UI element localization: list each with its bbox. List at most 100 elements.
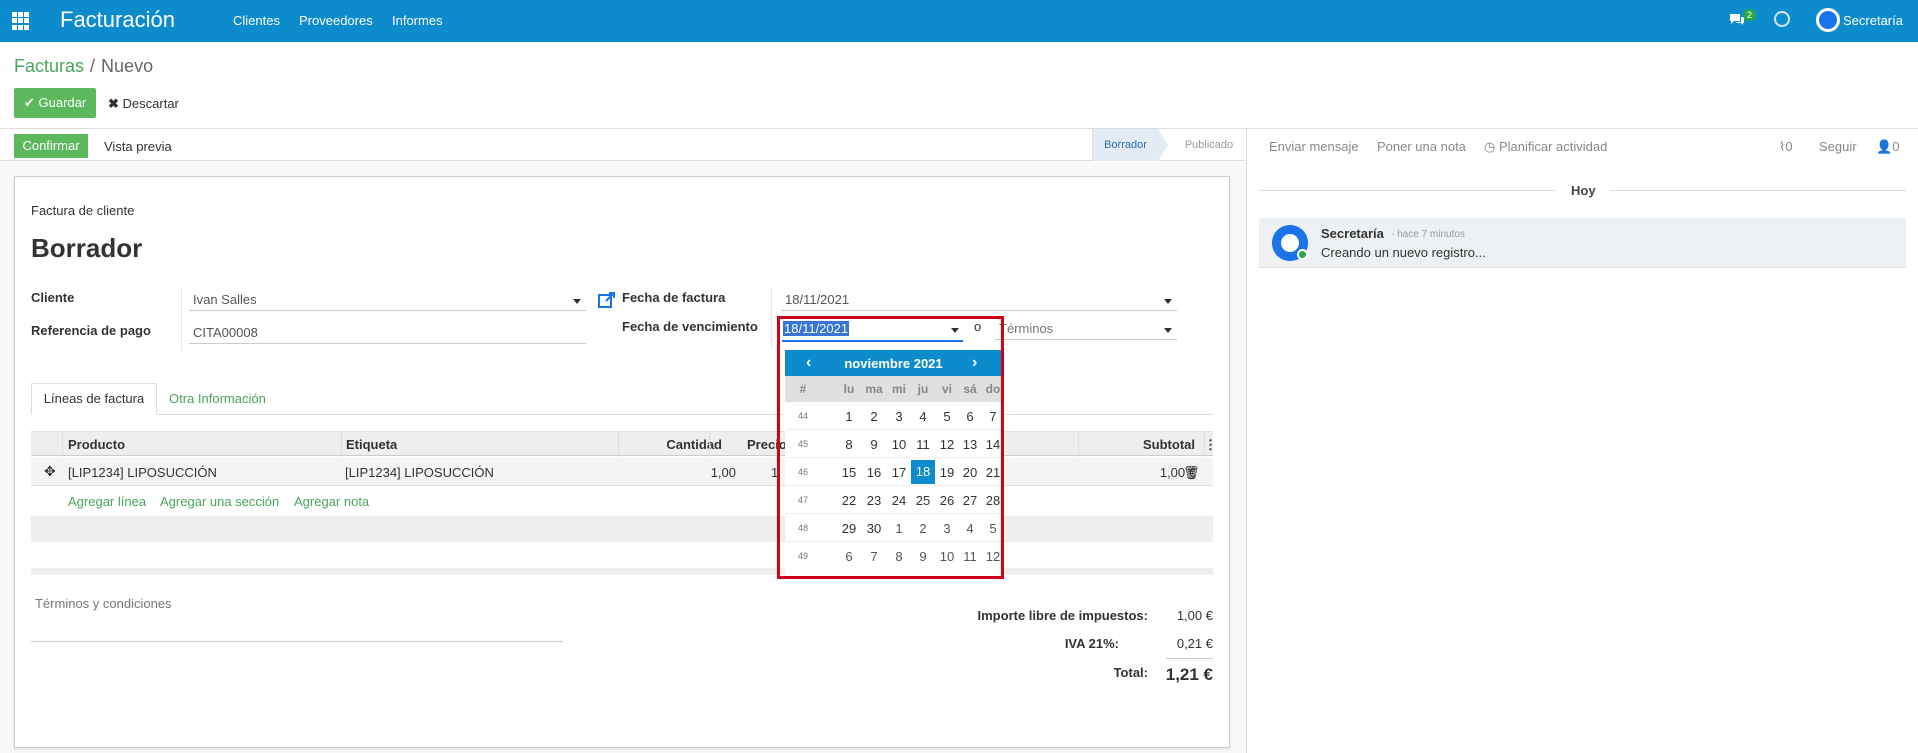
row-quantity[interactable]: 1,00	[651, 465, 736, 480]
tax-label: IVA 21%:	[1064, 636, 1119, 651]
payment-terms-dropdown-icon[interactable]	[1164, 328, 1172, 333]
menu-clientes[interactable]: Clientes	[233, 13, 280, 28]
message-body: Creando un nuevo registro...	[1321, 245, 1486, 260]
invoice-date-label: Fecha de factura	[622, 290, 726, 305]
column-header-label[interactable]: Etiqueta	[346, 437, 397, 452]
external-link-icon[interactable]	[597, 290, 617, 310]
column-header-subtotal[interactable]: Subtotal	[1116, 437, 1195, 452]
followers-count: 0	[1892, 139, 1900, 154]
tab-invoice-lines[interactable]: Líneas de factura	[31, 383, 157, 415]
invoice-date-field[interactable]: 18/11/2021	[781, 292, 1177, 311]
status-bar: Confirmar Vista previa Borrador Publicad…	[0, 129, 1246, 161]
add-note-link[interactable]: Agregar nota	[294, 494, 369, 509]
customer-value: Ivan Salles	[193, 292, 257, 307]
empty-row	[31, 516, 1213, 542]
send-message-button[interactable]: Enviar mensaje	[1269, 139, 1359, 154]
terms-underline	[31, 641, 563, 642]
label-divider	[181, 287, 182, 351]
label-divider-2	[771, 287, 772, 349]
customer-label: Cliente	[31, 290, 75, 305]
table-footer	[31, 568, 1213, 575]
due-date-label: Fecha de vencimiento	[622, 319, 758, 334]
chatter-message: Secretaría - hace 7 minutos Creando un n…	[1259, 218, 1906, 268]
clock-icon[interactable]	[1774, 11, 1790, 27]
page-title: Borrador	[31, 233, 143, 263]
log-note-button[interactable]: Poner una nota	[1377, 139, 1466, 154]
add-section-link[interactable]: Agregar una sección	[160, 494, 279, 509]
save-button[interactable]: ✔ Guardar	[14, 88, 96, 118]
payment-reference-label: Referencia de pago	[31, 323, 151, 338]
column-divider	[618, 432, 619, 457]
discard-button-label: Descartar	[122, 96, 179, 111]
customer-field[interactable]: Ivan Salles	[189, 292, 586, 311]
today-divider-left	[1259, 190, 1556, 191]
row-product[interactable]: [LIP1234] LIPOSUCCIÓN	[68, 465, 217, 480]
chat-count-badge: 2	[1743, 9, 1757, 21]
online-status-icon	[1297, 249, 1308, 260]
app-title: Facturación	[60, 7, 175, 32]
column-divider	[1078, 432, 1079, 457]
schedule-activity-button[interactable]: ◷ Planificar actividad	[1484, 139, 1607, 155]
terms-conditions-field[interactable]: Términos y condiciones	[35, 596, 172, 611]
top-navbar: Facturación Clientes Proveedores Informe…	[0, 0, 1918, 42]
attachments-button[interactable]: ⌇0	[1779, 139, 1793, 155]
stage-posted[interactable]: Publicado	[1172, 129, 1246, 161]
preview-button[interactable]: Vista previa	[104, 139, 172, 154]
total-divider	[1166, 658, 1213, 659]
trash-icon[interactable]: 🗑	[1183, 465, 1200, 481]
total-label: Total:	[1113, 665, 1148, 680]
payment-terms-placeholder: Términos	[999, 321, 1054, 336]
stage-arrow	[1158, 129, 1168, 161]
stage-draft[interactable]: Borrador	[1092, 129, 1158, 161]
chatter-separator	[1246, 129, 1247, 753]
message-author[interactable]: Secretaría	[1321, 226, 1384, 241]
apps-grid-icon[interactable]	[12, 12, 30, 30]
invoice-date-dropdown-icon[interactable]	[1164, 299, 1172, 304]
attachments-count: 0	[1785, 139, 1793, 154]
tab-other-info[interactable]: Otra Información	[169, 391, 266, 406]
customer-dropdown-icon[interactable]	[573, 299, 581, 304]
user-icon: 👤	[1876, 139, 1893, 154]
today-divider-right	[1610, 190, 1906, 191]
breadcrumb-parent[interactable]: Facturas	[14, 56, 84, 76]
menu-informes[interactable]: Informes	[392, 13, 443, 28]
schedule-activity-label: Planificar actividad	[1498, 139, 1608, 154]
row-label[interactable]: [LIP1234] LIPOSUCCIÓN	[345, 465, 494, 480]
payment-reference-value: CITA00008	[193, 325, 258, 340]
untaxed-amount-value: 1,00 €	[1176, 608, 1213, 623]
column-divider	[341, 432, 342, 457]
followers-button[interactable]: 👤0	[1876, 139, 1899, 155]
total-value: 1,21 €	[1165, 665, 1213, 684]
tax-value: 0,21 €	[1176, 636, 1213, 651]
confirm-button[interactable]: Confirmar	[14, 134, 88, 158]
column-options-icon[interactable]: ⋮	[1204, 437, 1217, 453]
follow-button[interactable]: Seguir	[1819, 139, 1857, 154]
document-type: Factura de cliente	[31, 203, 135, 218]
payment-reference-field[interactable]: CITA00008	[189, 325, 586, 344]
breadcrumb-current: Nuevo	[101, 56, 154, 76]
menu-proveedores[interactable]: Proveedores	[299, 13, 373, 28]
check-icon: ✔	[24, 95, 35, 110]
discard-button[interactable]: ✖ Descartar	[108, 96, 179, 112]
drag-handle-icon[interactable]: ✥	[44, 463, 56, 480]
datepicker-highlight-box	[777, 316, 1004, 579]
breadcrumb: Facturas / Nuevo	[14, 56, 153, 77]
invoice-date-value: 18/11/2021	[785, 292, 850, 307]
user-name[interactable]: Secretaría	[1843, 13, 1903, 28]
message-time: - hace 7 minutos	[1391, 229, 1465, 240]
tabs-baseline	[31, 414, 1213, 415]
untaxed-amount-label: Importe libre de impuestos:	[977, 608, 1148, 623]
column-divider	[709, 432, 710, 457]
payment-terms-field[interactable]: Términos	[995, 321, 1177, 340]
breadcrumb-separator: /	[90, 56, 96, 76]
save-button-label: Guardar	[38, 95, 87, 110]
user-avatar[interactable]	[1816, 8, 1840, 32]
close-icon: ✖	[108, 96, 119, 111]
table-header: Producto Etiqueta Cantidad Precio Subtot…	[31, 431, 1217, 457]
column-header-product[interactable]: Producto	[68, 437, 125, 452]
today-label: Hoy	[1571, 183, 1596, 198]
add-line-link[interactable]: Agregar línea	[68, 494, 146, 509]
clock-icon: ◷	[1484, 139, 1496, 154]
table-row[interactable]: ✥ [LIP1234] LIPOSUCCIÓN [LIP1234] LIPOSU…	[31, 458, 1213, 486]
column-divider	[62, 432, 63, 457]
